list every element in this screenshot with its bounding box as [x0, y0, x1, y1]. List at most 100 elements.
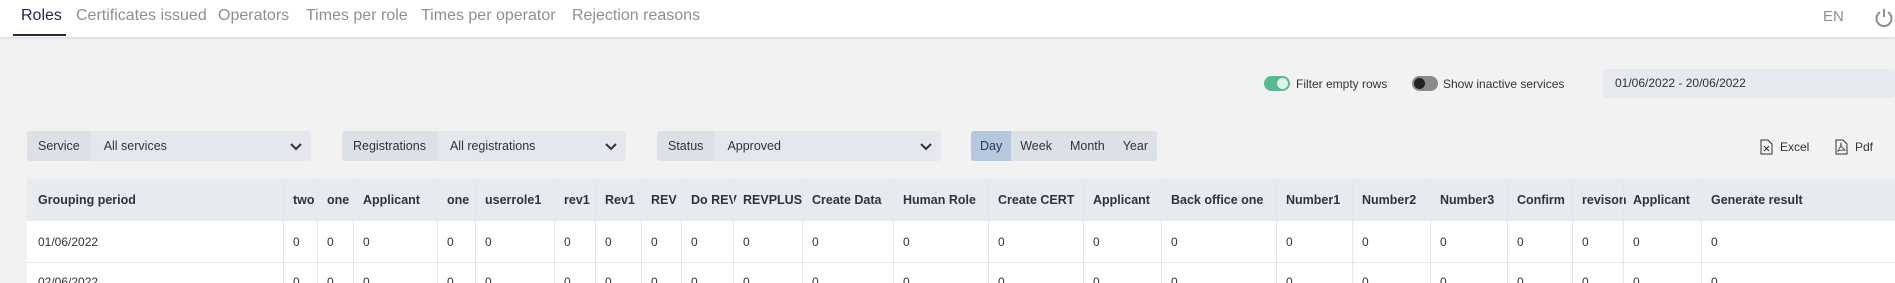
column-header[interactable]: REV: [651, 193, 677, 207]
column-header[interactable]: Rev1: [605, 193, 635, 207]
toggle-knob: [1277, 78, 1288, 89]
registrations-filter[interactable]: Registrations All registrations: [342, 131, 626, 161]
table-cell: 0: [363, 235, 370, 249]
active-tab-indicator: [13, 34, 66, 36]
column-header[interactable]: Number1: [1286, 193, 1340, 207]
table-cell: 0: [293, 235, 300, 249]
period-year-button[interactable]: Year: [1114, 131, 1157, 161]
column-header[interactable]: Human Role: [903, 193, 976, 207]
column-header[interactable]: Applicant: [1633, 193, 1690, 207]
table-cell: 0: [812, 275, 819, 283]
table-cell: 0: [1171, 235, 1178, 249]
table-cell: 0: [743, 235, 750, 249]
chevron-down-icon: [920, 143, 932, 151]
toggle-knob: [1414, 78, 1425, 89]
table-cell: 0: [1633, 235, 1640, 249]
row-period: 01/06/2022: [38, 235, 99, 249]
column-divider: [1083, 179, 1084, 283]
column-divider: [1507, 179, 1508, 283]
column-divider: [1701, 179, 1702, 283]
column-header[interactable]: Number2: [1362, 193, 1416, 207]
tab-rejection-reasons[interactable]: Rejection reasons: [572, 7, 700, 25]
column-header[interactable]: Do REV: [691, 193, 737, 207]
export-excel-label: Excel: [1780, 140, 1810, 154]
table-cell: 0: [903, 235, 910, 249]
column-header[interactable]: Applicant: [1093, 193, 1150, 207]
table-cell: 0: [1517, 235, 1524, 249]
table-cell: 0: [605, 235, 612, 249]
show-inactive-services-toggle[interactable]: [1412, 76, 1438, 91]
table-cell: 0: [1362, 235, 1369, 249]
table-cell: 0: [564, 275, 571, 283]
table-cell: 0: [998, 235, 1005, 249]
table-cell: 0: [1093, 275, 1100, 283]
column-divider: [1572, 179, 1573, 283]
status-filter[interactable]: Status Approved: [657, 131, 941, 161]
export-pdf-button[interactable]: Pdf: [1835, 139, 1873, 155]
column-divider: [802, 179, 803, 283]
column-header[interactable]: Number3: [1440, 193, 1494, 207]
tab-roles[interactable]: Roles: [21, 7, 62, 25]
column-divider: [317, 179, 318, 283]
column-header[interactable]: one: [327, 193, 349, 207]
column-header-grouping-period[interactable]: Grouping period: [38, 193, 136, 207]
column-header[interactable]: Create Data: [812, 193, 881, 207]
chevron-down-icon: [605, 143, 617, 151]
table-cell: 0: [447, 235, 454, 249]
column-header[interactable]: one: [447, 193, 469, 207]
table-cell: 0: [903, 275, 910, 283]
tab-operators[interactable]: Operators: [218, 7, 289, 25]
tab-certificates-issued[interactable]: Certificates issued: [76, 7, 207, 25]
column-header[interactable]: revison: [1582, 193, 1626, 207]
table-cell: 0: [1286, 275, 1293, 283]
show-inactive-services-label: Show inactive services: [1443, 77, 1565, 91]
table-cell: 0: [447, 275, 454, 283]
table-cell: 0: [1582, 275, 1589, 283]
column-header[interactable]: Confirm: [1517, 193, 1565, 207]
column-header[interactable]: Generate result: [1711, 193, 1803, 207]
table-header: Grouping period two one Applicant one userro…: [27, 179, 1895, 221]
service-select[interactable]: All services: [91, 139, 287, 153]
column-header[interactable]: rev1: [564, 193, 590, 207]
registrations-select[interactable]: All registrations: [437, 139, 602, 153]
table-cell: 0: [1633, 275, 1640, 283]
export-excel-button[interactable]: Excel: [1760, 139, 1809, 155]
status-filter-label: Status: [657, 131, 715, 161]
table-cell: 0: [691, 235, 698, 249]
date-range-picker[interactable]: 01/06/2022 - 20/06/2022: [1603, 69, 1895, 98]
table-cell: 0: [1711, 235, 1718, 249]
column-divider: [595, 179, 596, 283]
column-divider: [283, 179, 284, 283]
excel-file-icon: [1760, 139, 1773, 155]
column-divider: [1276, 179, 1277, 283]
top-nav: Roles Certificates issued Operators Time…: [0, 0, 1895, 37]
tab-times-per-role[interactable]: Times per role: [306, 7, 408, 25]
table-cell: 0: [651, 275, 658, 283]
chevron-down-icon: [290, 143, 302, 151]
table-cell: 0: [1093, 235, 1100, 249]
table-cell: 0: [1711, 275, 1718, 283]
period-day-button[interactable]: Day: [971, 131, 1012, 161]
column-header[interactable]: REVPLUS: [743, 193, 802, 207]
table-cell: 0: [363, 275, 370, 283]
table-cell: 0: [605, 275, 612, 283]
column-header[interactable]: Create CERT: [998, 193, 1074, 207]
column-divider: [1352, 179, 1353, 283]
column-header[interactable]: Back office one: [1171, 193, 1263, 207]
tab-times-per-operator[interactable]: Times per operator: [421, 7, 556, 25]
column-header[interactable]: two: [293, 193, 315, 207]
table-cell: 0: [1440, 235, 1447, 249]
language-selector[interactable]: EN: [1823, 8, 1844, 25]
service-filter[interactable]: Service All services: [27, 131, 311, 161]
column-divider: [893, 179, 894, 283]
filter-empty-rows-toggle[interactable]: [1264, 76, 1290, 91]
status-select[interactable]: Approved: [714, 139, 917, 153]
table-cell: 0: [1286, 235, 1293, 249]
period-week-button[interactable]: Week: [1011, 131, 1061, 161]
power-icon[interactable]: [1873, 7, 1895, 29]
column-header[interactable]: userrole1: [485, 193, 541, 207]
period-month-button[interactable]: Month: [1061, 131, 1114, 161]
column-divider: [641, 179, 642, 283]
column-header[interactable]: Applicant: [363, 193, 420, 207]
column-divider: [475, 179, 476, 283]
